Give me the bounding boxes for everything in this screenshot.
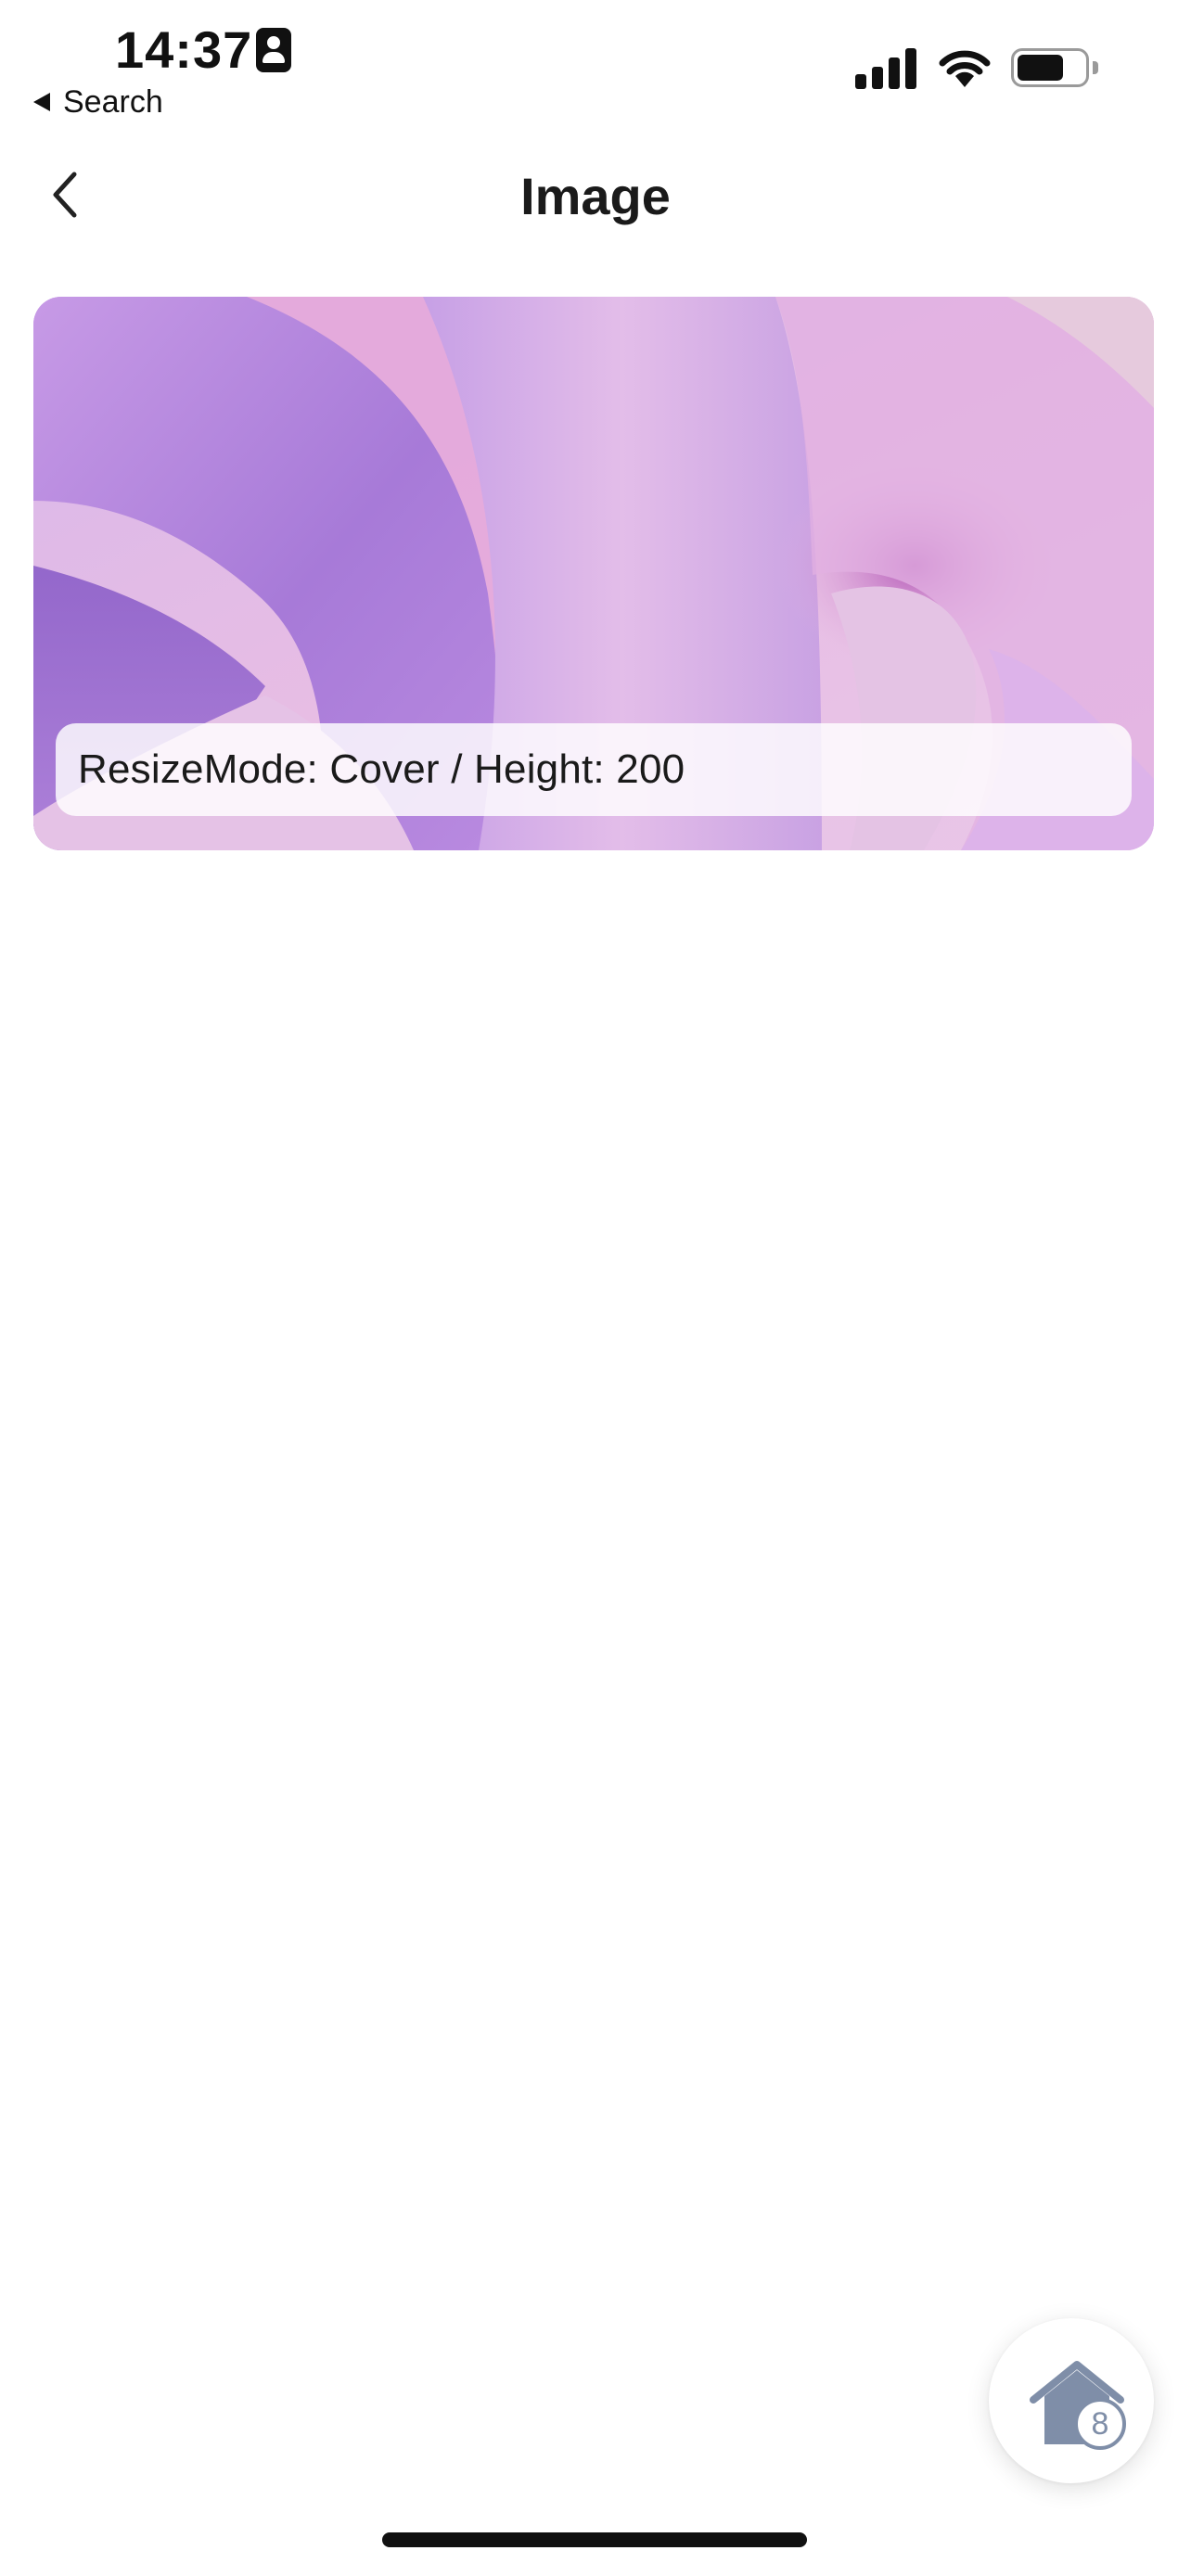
- cellular-signal-icon: [855, 45, 918, 89]
- back-to-search-link[interactable]: Search: [33, 82, 163, 122]
- battery-icon: [1011, 48, 1100, 87]
- caption-box: ResizeMode: Cover / Height: 200: [56, 723, 1132, 816]
- screen: 14:37 Search Image ResizeMode: Cover / H…: [0, 0, 1191, 2576]
- image-card: ResizeMode: Cover / Height: 200: [33, 297, 1154, 850]
- wifi-icon: [939, 50, 991, 87]
- floating-home-button[interactable]: 8: [989, 2318, 1154, 2483]
- contact-card-icon: [256, 28, 291, 72]
- back-to-search-label: Search: [63, 84, 163, 120]
- notification-count-badge: 8: [1074, 2398, 1126, 2450]
- back-triangle-icon: [33, 93, 50, 111]
- status-time: 14:37: [115, 20, 253, 79]
- home-indicator[interactable]: [382, 2532, 807, 2547]
- page-title: Image: [520, 167, 671, 225]
- caption-text: ResizeMode: Cover / Height: 200: [78, 746, 685, 792]
